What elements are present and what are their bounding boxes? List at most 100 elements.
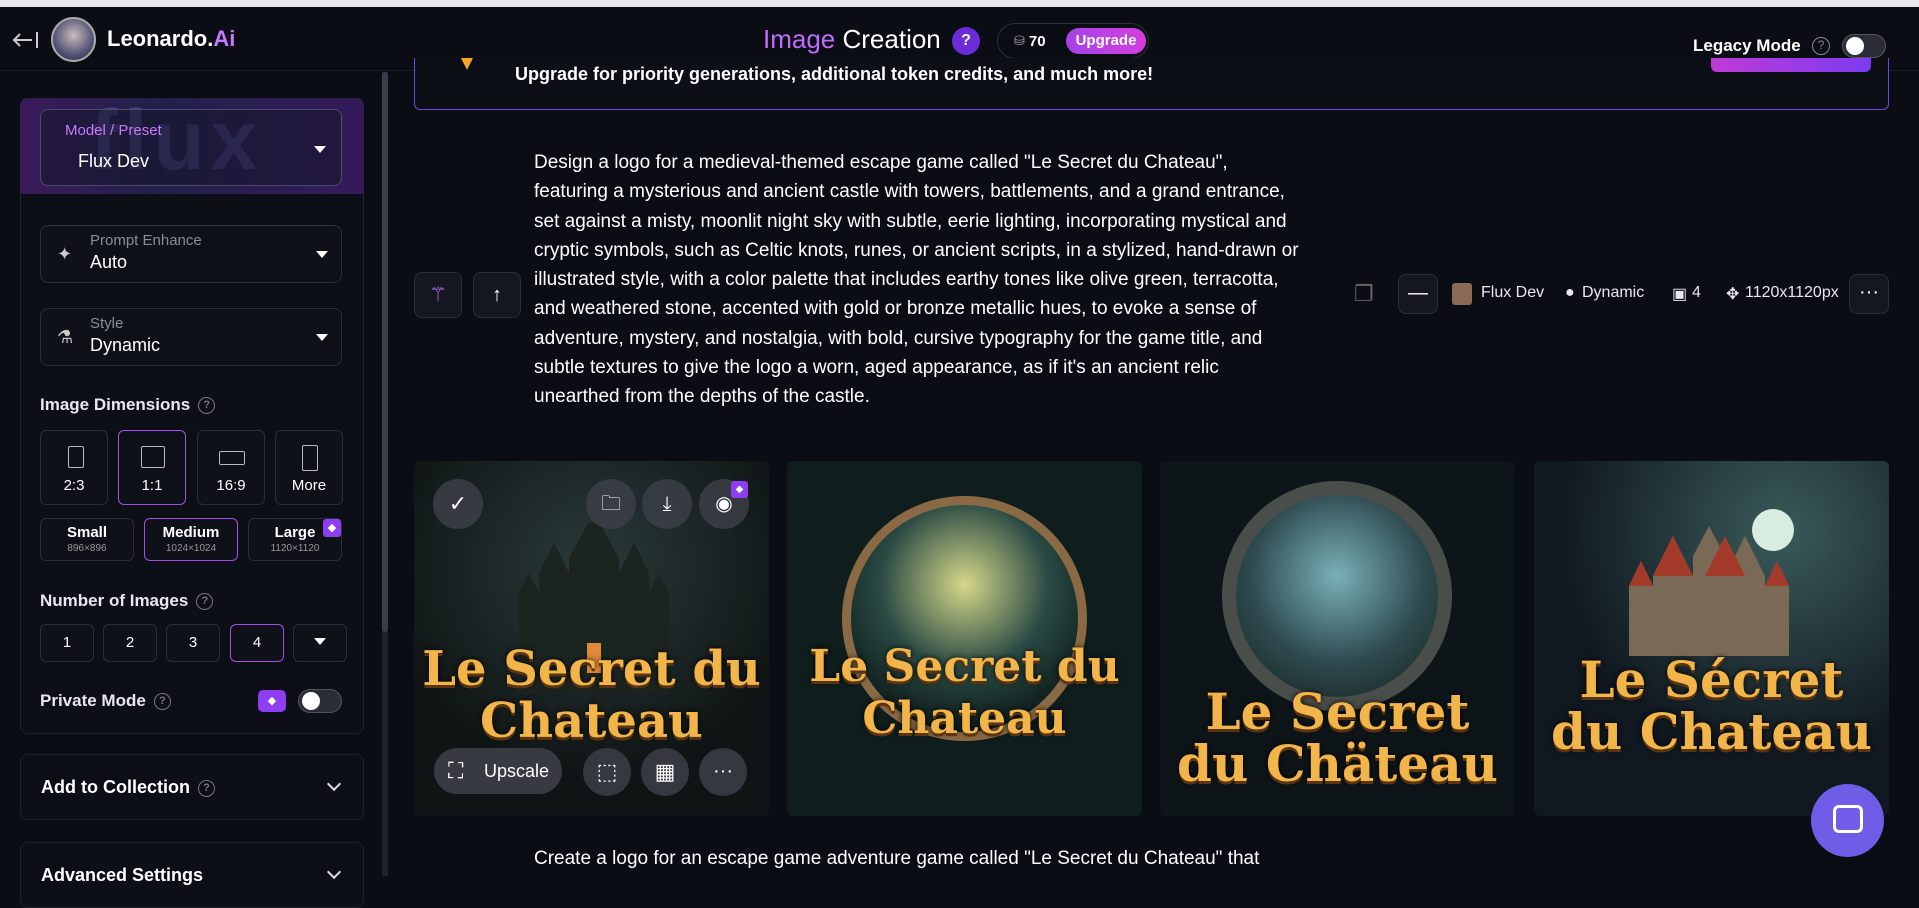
upgrade-button[interactable]: Upgrade — [1066, 28, 1146, 54]
prompt-enhance-value: Auto — [90, 252, 128, 272]
landscape-shape-icon — [219, 451, 245, 465]
crop-icon: ⬚ — [596, 759, 618, 784]
check-icon: ✓ — [448, 491, 468, 516]
logo-title: Le Secret du Chateau — [422, 641, 761, 749]
sidebar-scrollbar-thumb[interactable] — [382, 72, 388, 632]
user-avatar[interactable] — [51, 17, 96, 62]
prompt-enhance-label: Prompt Enhance — [90, 232, 202, 249]
num-images-more[interactable] — [293, 624, 347, 662]
download-button[interactable]: ⤓ — [642, 479, 692, 529]
more-actions-button[interactable]: ··· — [699, 748, 747, 796]
premium-gem-icon: ◆ — [258, 690, 286, 712]
chevron-down-icon — [326, 864, 342, 880]
add-to-folder-button[interactable]: 🗀 — [586, 479, 636, 529]
support-chat-button[interactable] — [1811, 784, 1884, 857]
collapse-sidebar-icon[interactable] — [12, 29, 40, 51]
more-shape-icon — [302, 445, 318, 471]
meta-size: 1120x1120px — [1745, 284, 1839, 301]
ellipsis-icon: ··· — [713, 760, 733, 782]
upscale-label: Upscale — [484, 761, 550, 781]
help-icon[interactable]: ? — [197, 779, 215, 797]
token-balance[interactable]: ⛁ 70 Upgrade — [997, 23, 1149, 59]
size-small[interactable]: Small 896×896 — [40, 518, 134, 561]
dimension-16-9[interactable]: 16:9 — [197, 430, 265, 505]
dimension-label: 1:1 — [141, 477, 163, 494]
model-preset-select[interactable]: Model / Preset Flux Dev — [40, 109, 342, 186]
upgrade-banner-text: Upgrade for priority generations, additi… — [515, 64, 1154, 84]
num-images-4[interactable]: 4 — [230, 624, 284, 662]
legacy-mode-help-icon[interactable]: ? — [1812, 37, 1830, 55]
generated-image-4[interactable]: Le Sécret du Chateau — [1534, 461, 1889, 816]
collapse-button[interactable]: — — [1398, 274, 1438, 314]
generated-image-2[interactable]: Le Secret du Chateau — [787, 461, 1142, 816]
private-mode-toggle[interactable] — [298, 689, 342, 713]
chevron-down-icon — [316, 251, 328, 258]
help-icon[interactable]: ? — [153, 693, 171, 711]
next-generation-prompt: Create a logo for an escape game adventu… — [534, 848, 1260, 869]
add-to-collection-label: Add to Collection — [41, 777, 190, 797]
banner-accent-icon — [461, 58, 473, 70]
num-images-1[interactable]: 1 — [40, 624, 94, 662]
help-button[interactable]: ? — [952, 27, 980, 55]
chevron-down-icon — [314, 146, 326, 153]
brand-logo[interactable]: Leonardo.Ai — [107, 26, 235, 52]
help-icon[interactable]: ? — [198, 397, 216, 415]
select-image-button[interactable]: ✓ — [433, 479, 483, 529]
legacy-mode-label: Legacy Mode — [1693, 36, 1801, 55]
premium-gem-icon: ◆ — [731, 481, 748, 498]
token-count: 70 — [1028, 32, 1046, 50]
dimension-1-1[interactable]: 1:1 — [118, 430, 186, 505]
meta-count: 4 — [1692, 284, 1701, 301]
copy-icon[interactable]: ❐ — [1354, 281, 1374, 307]
dimension-2-3[interactable]: 2:3 — [40, 430, 108, 505]
size-px: 896×896 — [67, 543, 107, 554]
upscale-icon: ⛶ — [448, 758, 464, 783]
num-images-3[interactable]: 3 — [166, 624, 220, 662]
ellipsis-icon: ··· — [1859, 281, 1879, 303]
download-icon: ⤓ — [662, 493, 672, 515]
banner-upgrade-button[interactable] — [1711, 58, 1871, 72]
generated-image-3[interactable]: Le Secret du Chäteau — [1160, 461, 1515, 816]
meta-model: Flux Dev — [1481, 284, 1545, 301]
logo-title: Le Sécret du Chateau — [1551, 650, 1872, 761]
reuse-prompt-button[interactable]: ↑ — [473, 272, 521, 318]
portrait-shape-icon — [68, 446, 84, 468]
advanced-settings-section[interactable]: Advanced Settings — [20, 842, 364, 908]
size-label: Small — [66, 524, 108, 541]
flask-icon: ⚗ — [57, 327, 74, 347]
crop-button[interactable]: ⬚ — [583, 748, 631, 796]
dimension-more[interactable]: More — [275, 430, 343, 505]
upscale-button[interactable]: ⛶ Upscale — [434, 748, 562, 794]
logo-title: Le Secret du Chateau — [809, 641, 1120, 744]
drop-icon: ● — [1565, 284, 1575, 301]
add-to-collection-section[interactable]: Add to Collection? — [20, 754, 364, 820]
logo-title: Le Secret du Chäteau — [1177, 682, 1498, 793]
chevron-down-icon — [316, 334, 328, 341]
arrow-up-icon: ↑ — [492, 284, 502, 306]
magic-wand-icon: ⚚ — [429, 284, 447, 306]
legacy-mode-toggle[interactable] — [1842, 34, 1886, 58]
film-icon: ▦ — [654, 759, 676, 784]
model-thumbnail-icon — [1452, 283, 1472, 305]
image-dimensions-heading: Image Dimensions? — [40, 395, 216, 415]
upgrade-banner: Upgrade for priority generations, additi… — [414, 58, 1889, 110]
images-icon: ▣ — [1672, 286, 1688, 303]
style-label: Style — [90, 315, 124, 332]
meta-style: Dynamic — [1582, 284, 1645, 301]
video-button[interactable]: ▦ — [641, 748, 689, 796]
square-shape-icon — [141, 446, 165, 468]
emblem-ring — [1222, 481, 1452, 711]
num-images-2[interactable]: 2 — [103, 624, 157, 662]
chat-icon — [1833, 805, 1863, 833]
improve-prompt-button[interactable]: ⚚ — [414, 272, 462, 318]
dimension-label: 2:3 — [63, 477, 85, 494]
style-select[interactable]: ⚗ Style Dynamic — [40, 308, 342, 366]
size-medium[interactable]: Medium 1024×1024 — [144, 518, 238, 561]
window-top-strip — [0, 0, 1919, 7]
more-options-button[interactable]: ··· — [1849, 274, 1889, 314]
dimension-label: 16:9 — [216, 477, 246, 494]
help-icon[interactable]: ? — [196, 593, 214, 611]
minus-icon: — — [1408, 282, 1428, 304]
prompt-enhance-select[interactable]: ✦ Prompt Enhance Auto — [40, 225, 342, 283]
private-mode-label: Private Mode? — [40, 691, 171, 711]
